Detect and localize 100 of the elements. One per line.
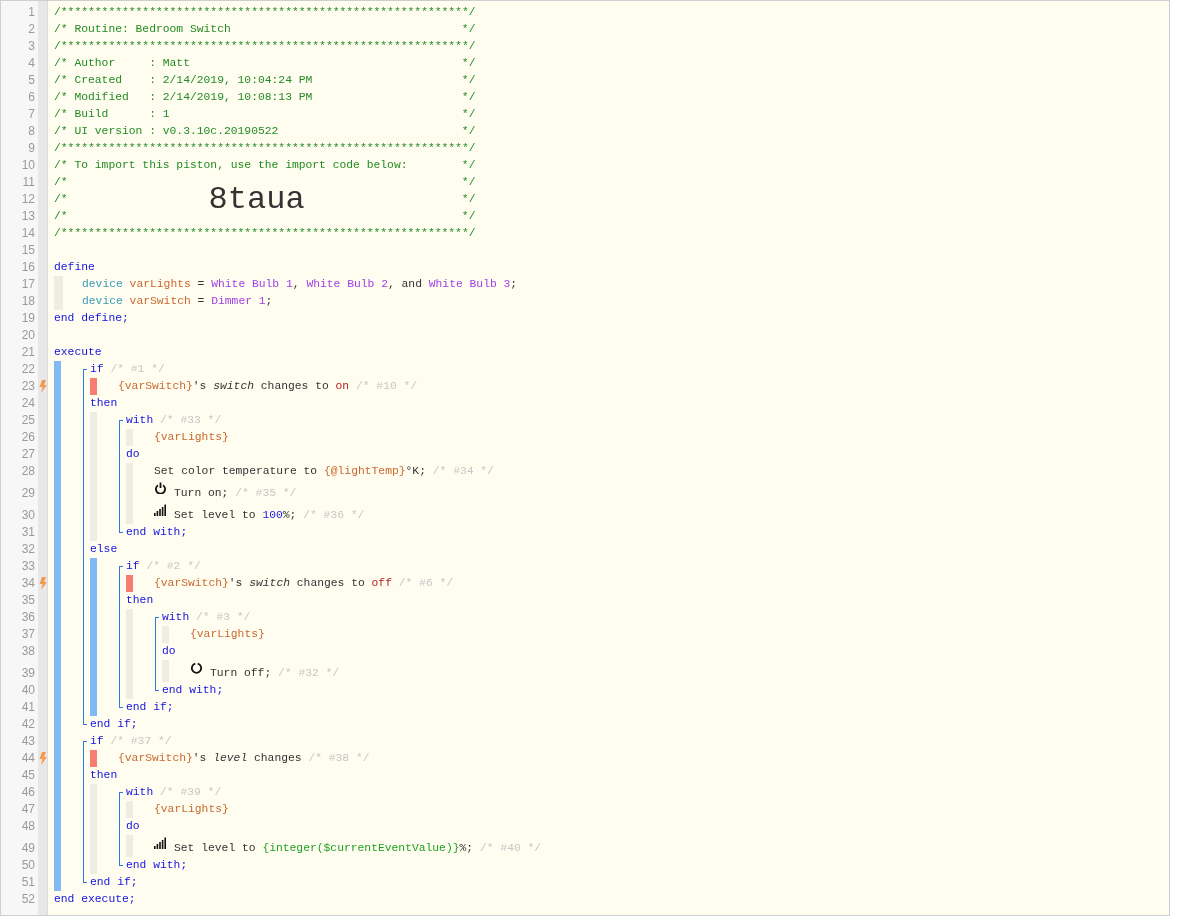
line-number: 35 — [21, 592, 35, 609]
line-number: 5 — [28, 72, 35, 89]
line-number: 34 — [21, 575, 35, 592]
code-line: end if; — [90, 875, 138, 890]
line-number: 18 — [21, 293, 35, 310]
line-number: 6 — [28, 89, 35, 106]
ring-icon — [190, 662, 203, 674]
line-number: 11 — [22, 174, 35, 191]
code-line: then — [90, 396, 118, 411]
comment-line: /* Created : 2/14/2019, 10:04:24 PM */ — [54, 73, 476, 88]
code-line: {varLights} — [154, 802, 229, 817]
code-line: then — [126, 593, 154, 608]
code-line: device varLights = White Bulb 1, White Bulb 2, and White Bulb 3; — [82, 277, 518, 292]
code-line: device varSwitch = Dimmer 1; — [82, 294, 273, 309]
comment-line: /************************************************************/ — [54, 39, 476, 54]
line-number: 22 — [21, 361, 35, 378]
code-line: Turn off; /* #32 */ — [210, 666, 340, 681]
comment-marker: */ — [461, 192, 476, 207]
line-number: 41 — [21, 699, 35, 716]
comment-line: /* To import this piston, use the import code below: */ — [54, 158, 476, 173]
line-number: 49 — [21, 840, 35, 857]
comment-line: /* UI version : v0.3.10c.20190522 */ — [54, 124, 476, 139]
line-number: 12 — [21, 191, 35, 208]
comment-line: /* Routine: Bedroom Switch */ — [54, 22, 476, 37]
code-line: with /* #33 */ — [126, 413, 222, 428]
line-number: 10 — [21, 157, 35, 174]
line-number: 26 — [21, 429, 35, 446]
line-number: 43 — [21, 733, 35, 750]
line-number: 45 — [21, 767, 35, 784]
line-number: 47 — [21, 801, 35, 818]
line-number: 28 — [21, 463, 35, 480]
line-number: 29 — [21, 485, 35, 502]
line-number: 20 — [21, 327, 35, 344]
line-number: 16 — [21, 259, 35, 276]
line-number: 46 — [21, 784, 35, 801]
line-number: 21 — [21, 344, 35, 361]
code-line: do — [126, 447, 140, 462]
line-number: 1 — [28, 4, 35, 21]
code-line: end execute; — [54, 892, 136, 907]
line-number: 44 — [21, 750, 35, 767]
power-icon — [154, 482, 167, 494]
comment-marker: /* — [54, 192, 68, 207]
code-line: Turn on; /* #35 */ — [174, 486, 297, 501]
code-line: {varSwitch}'s switch changes to on /* #10 */ — [118, 379, 418, 394]
code-line: if /* #37 */ — [90, 734, 172, 749]
comment-line: /************************************************************/ — [54, 226, 476, 241]
code-line: execute — [54, 345, 102, 360]
code-line: end define; — [54, 311, 129, 326]
line-number: 30 — [21, 507, 35, 524]
line-number: 4 — [28, 55, 35, 72]
code-line: with /* #3 */ — [162, 610, 251, 625]
code-line: Set level to 100%; /* #36 */ — [174, 508, 365, 523]
comment-line: /************************************************************/ — [54, 5, 476, 20]
code-line: Set level to {integer($currentEventValue)}%; /* #40 */ — [174, 841, 542, 856]
line-number: 32 — [21, 541, 35, 558]
line-number: 15 — [21, 242, 35, 259]
code-line: define — [54, 260, 95, 275]
code-line: {varSwitch}'s level changes /* #38 */ — [118, 751, 370, 766]
line-number: 31 — [21, 524, 35, 541]
line-number: 38 — [21, 643, 35, 660]
code-line: do — [126, 819, 140, 834]
code-line: {varLights} — [154, 430, 229, 445]
code-line: end if; — [126, 700, 174, 715]
line-number: 42 — [21, 716, 35, 733]
line-number: 8 — [28, 123, 35, 140]
code-line: else — [90, 542, 118, 557]
line-number: 50 — [21, 857, 35, 874]
code-line: end if; — [90, 717, 138, 732]
line-number: 24 — [21, 395, 35, 412]
signal-bars-icon — [154, 504, 167, 516]
code-line: then — [90, 768, 118, 783]
line-number: 9 — [28, 140, 35, 157]
line-number: 14 — [21, 225, 35, 242]
comment-line: /* Build : 1 */ — [54, 107, 476, 122]
code-line: with /* #39 */ — [126, 785, 222, 800]
line-number: 27 — [21, 446, 35, 463]
line-number: 51 — [21, 874, 35, 891]
comment-line: /* Modified : 2/14/2019, 10:08:13 PM */ — [54, 90, 476, 105]
code-line: end with; — [162, 683, 224, 698]
code-line: {varSwitch}'s switch changes to off /* #6 */ — [154, 576, 454, 591]
comment-line: /* Author : Matt */ — [54, 56, 476, 71]
line-number: 2 — [28, 21, 35, 38]
line-number: 33 — [21, 558, 35, 575]
code-line: end with; — [126, 525, 188, 540]
line-number: 7 — [28, 106, 35, 123]
line-number: 23 — [21, 378, 35, 395]
line-number: 52 — [21, 891, 35, 908]
code-line: Set color temperature to {@lightTemp}°K; /* #34 */ — [154, 464, 494, 479]
line-number: 17 — [21, 276, 35, 293]
line-number: 40 — [21, 682, 35, 699]
line-number: 39 — [21, 665, 35, 682]
code-line: do — [162, 644, 176, 659]
code-line: end with; — [126, 858, 188, 873]
line-number: 37 — [21, 626, 35, 643]
line-number: 3 — [28, 38, 35, 55]
signal-bars-icon — [154, 837, 167, 849]
line-number: 25 — [21, 412, 35, 429]
comment-line: /************************************************************/ — [54, 141, 476, 156]
line-number: 36 — [21, 609, 35, 626]
code-line: {varLights} — [190, 627, 265, 642]
